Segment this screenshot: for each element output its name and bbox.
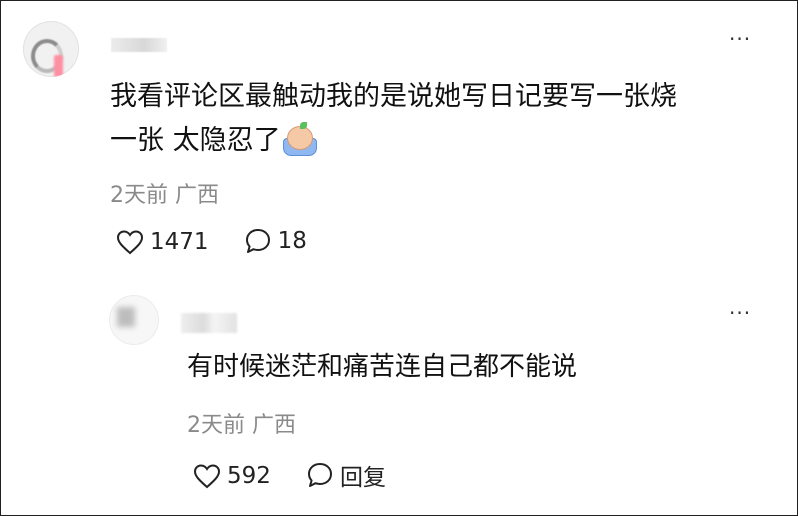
reply-like-button[interactable]: 592 bbox=[193, 463, 271, 489]
reply-count-button[interactable]: 18 bbox=[244, 227, 307, 255]
reply-time: 2天前 bbox=[187, 413, 245, 438]
comment-meta: 2天前 广西 bbox=[110, 177, 219, 209]
comment-location: 广西 bbox=[175, 183, 220, 208]
comment-bubble-icon bbox=[308, 463, 332, 487]
username-blurred[interactable] bbox=[111, 38, 167, 52]
comment-time: 2天前 bbox=[110, 183, 168, 208]
like-count: 1471 bbox=[150, 229, 209, 255]
comment-text-line2-text: 一张 太隐忍了 bbox=[110, 125, 281, 156]
reply-button[interactable]: 回复 bbox=[306, 458, 386, 492]
comment-actions: 1471 18 bbox=[116, 227, 307, 259]
reply-meta: 2天前 广西 bbox=[187, 407, 296, 439]
reply-more-icon[interactable]: ··· bbox=[729, 303, 751, 323]
like-button[interactable]: 1471 bbox=[116, 229, 209, 255]
reply-avatar[interactable] bbox=[109, 295, 159, 345]
comment-text-line1: 我看评论区最触动我的是说她写日记要写一张烧 bbox=[110, 81, 677, 112]
reply-button-label: 回复 bbox=[340, 465, 386, 491]
heart-icon bbox=[193, 464, 221, 489]
comment-bubble-icon bbox=[245, 229, 270, 253]
heart-icon bbox=[116, 230, 144, 255]
comment-text-line2: 一张 太隐忍了 bbox=[110, 119, 750, 163]
crying-emoji-icon bbox=[282, 122, 317, 156]
avatar[interactable] bbox=[23, 21, 79, 77]
reply-count: 18 bbox=[277, 228, 307, 254]
more-icon[interactable]: ··· bbox=[729, 29, 751, 49]
reply-username-blurred[interactable] bbox=[181, 313, 237, 333]
comment-text: 我看评论区最触动我的是说她写日记要写一张烧 一张 太隐忍了 bbox=[110, 75, 750, 163]
reply-like-count: 592 bbox=[227, 463, 271, 489]
reply-avatar-image bbox=[117, 307, 135, 327]
reply-location: 广西 bbox=[252, 413, 297, 438]
reply-actions: 592 回复 bbox=[193, 458, 386, 493]
comment-thread: ··· 我看评论区最触动我的是说她写日记要写一张烧 一张 太隐忍了 2天前 广西… bbox=[0, 0, 798, 516]
avatar-image-detail bbox=[54, 55, 63, 77]
reply-text: 有时候迷茫和痛苦连自己都不能说 bbox=[187, 352, 578, 382]
